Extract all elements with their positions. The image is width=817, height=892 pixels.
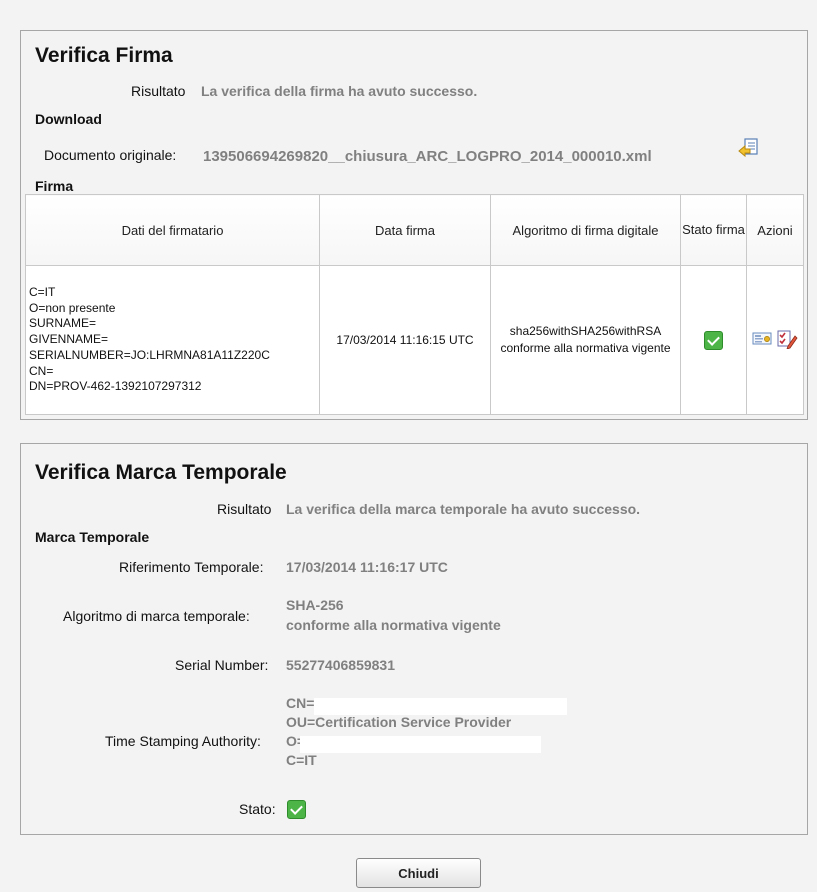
original-document-link[interactable]: 139506694269820__chiusura_ARC_LOGPRO_201… xyxy=(203,148,652,165)
tsa-label: Time Stamping Authority: xyxy=(105,733,261,749)
certificate-details-icon[interactable] xyxy=(752,331,772,350)
timestamp-algorithm-compliance: conforme alla normativa vigente xyxy=(286,617,501,633)
header-signature-status: Stato firma xyxy=(680,194,747,266)
firma-section-heading: Firma xyxy=(35,178,74,194)
signature-status-cell xyxy=(680,265,747,415)
firma-result-value: La verifica della firma ha avuto success… xyxy=(201,83,478,99)
header-signature-algorithm: Algoritmo di firma digitale xyxy=(490,194,681,266)
timestamp-algorithm-label: Algoritmo di marca temporale: xyxy=(63,608,250,624)
signer-line: SURNAME= xyxy=(29,316,97,331)
verify-report-icon[interactable] xyxy=(776,329,798,352)
time-reference-value: 17/03/2014 11:16:17 UTC xyxy=(286,559,448,575)
serial-number-value: 55277406859831 xyxy=(286,657,396,673)
timestamp-verification-panel: Verifica Marca Temporale Risultato La ve… xyxy=(20,443,808,835)
serial-number-label: Serial Number: xyxy=(175,657,269,673)
firma-result-label: Risultato xyxy=(131,83,186,99)
status-ok-icon xyxy=(704,330,723,350)
close-button[interactable]: Chiudi xyxy=(356,858,481,888)
table-header-row: Dati del firmatario Data firma Algoritmo… xyxy=(25,194,804,266)
status-ok-icon xyxy=(287,800,306,819)
tsa-line: OU=Certification Service Provider xyxy=(286,714,512,730)
download-icon[interactable] xyxy=(737,137,761,166)
timestamp-result-value: La verifica della marca temporale ha avu… xyxy=(286,501,641,517)
header-actions: Azioni xyxy=(746,194,804,266)
signer-line: C=IT xyxy=(29,285,56,300)
table-row: C=IT O=non presente SURNAME= GIVENNAME= … xyxy=(25,265,804,415)
signer-line: DN=PROV-462-1392107297312 xyxy=(29,379,202,394)
signer-data-cell: C=IT O=non presente SURNAME= GIVENNAME= … xyxy=(25,265,320,415)
timestamp-section-heading: Marca Temporale xyxy=(35,529,150,545)
header-signer-data: Dati del firmatario xyxy=(25,194,320,266)
signer-line: SERIALNUMBER=JO:LHRMNA81A11Z220C xyxy=(29,347,270,362)
firma-verification-panel: Verifica Firma Risultato La verifica del… xyxy=(20,30,808,420)
signer-line: CN= xyxy=(29,363,54,378)
timestamp-algorithm-value: SHA-256 xyxy=(286,597,344,613)
actions-cell xyxy=(746,265,804,415)
tsa-line: CN= xyxy=(286,695,315,711)
original-document-label: Documento originale: xyxy=(44,147,177,163)
signature-algorithm-cell: sha256withSHA256withRSA conforme alla no… xyxy=(490,265,681,415)
signer-line: O=non presente xyxy=(29,300,116,315)
timestamp-panel-title: Verifica Marca Temporale xyxy=(35,461,287,484)
redacted-area xyxy=(300,736,541,753)
signer-line: GIVENNAME= xyxy=(29,332,109,347)
timestamp-result-label: Risultato xyxy=(217,501,272,517)
signature-table: Dati del firmatario Data firma Algoritmo… xyxy=(25,194,804,415)
tsa-line: C=IT xyxy=(286,752,317,768)
time-reference-label: Riferimento Temporale: xyxy=(119,559,264,575)
signature-date-cell: 17/03/2014 11:16:15 UTC xyxy=(319,265,491,415)
status-label: Stato: xyxy=(239,801,276,817)
firma-panel-title: Verifica Firma xyxy=(35,44,173,67)
download-section-heading: Download xyxy=(35,111,102,127)
redacted-area xyxy=(314,698,567,715)
header-signature-date: Data firma xyxy=(319,194,491,266)
